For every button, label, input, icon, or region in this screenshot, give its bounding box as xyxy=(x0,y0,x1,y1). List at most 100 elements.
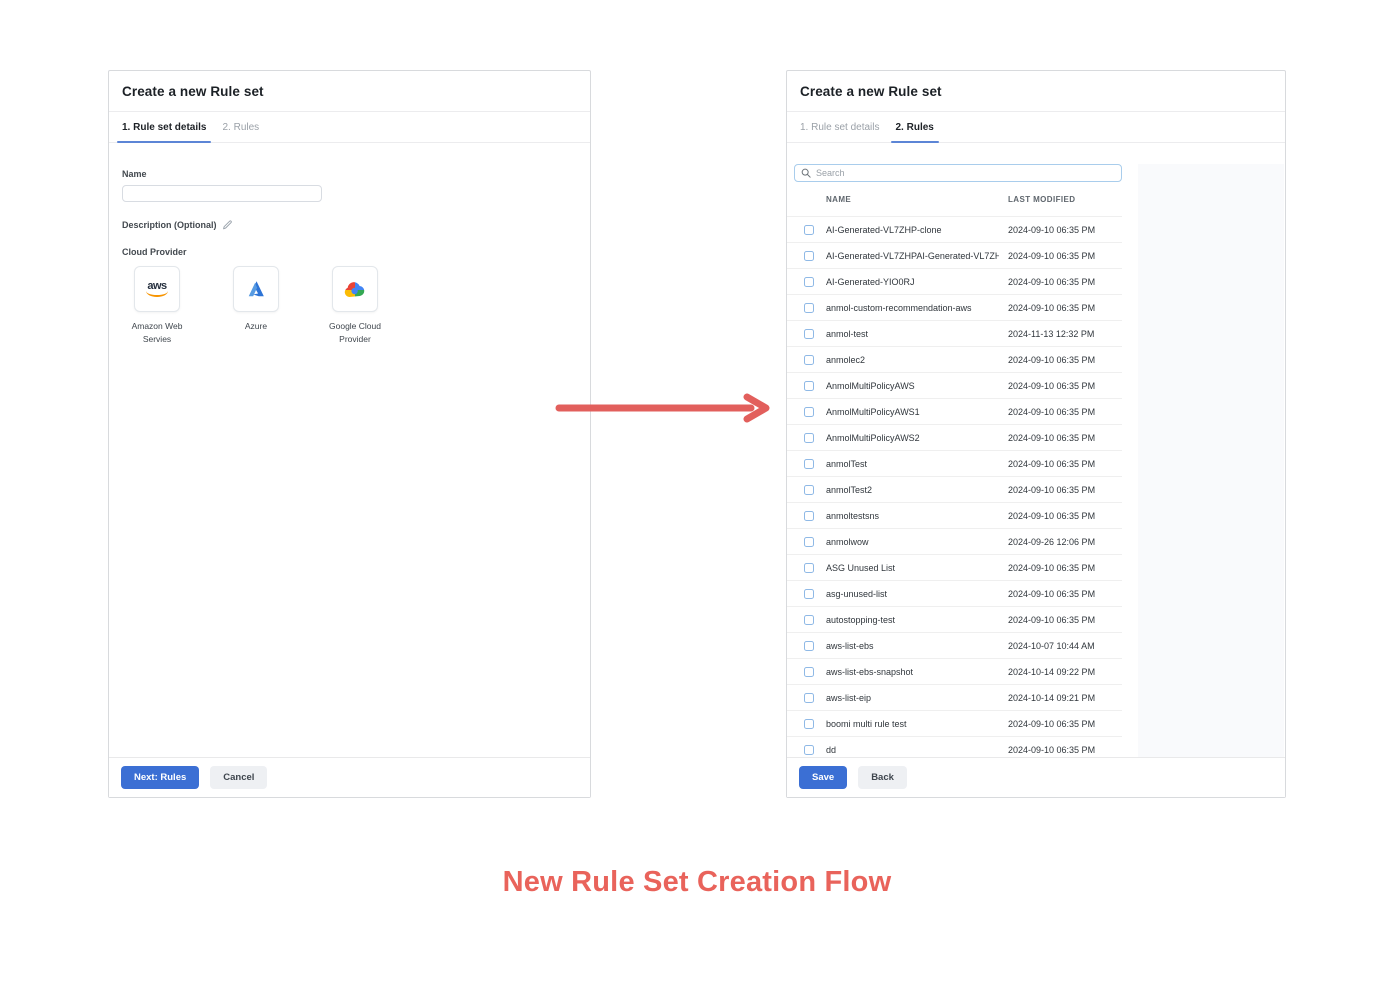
google-cloud-logo-icon xyxy=(343,280,367,299)
provider-option-aws[interactable]: aws Amazon Web Servies xyxy=(122,266,192,346)
provider-option-gcp[interactable]: Google Cloud Provider xyxy=(320,266,390,346)
row-checkbox[interactable] xyxy=(804,407,814,417)
description-label: Description (Optional) xyxy=(122,220,217,230)
row-name: anmolwow xyxy=(826,537,999,547)
provider-label: Google Cloud Provider xyxy=(320,320,390,346)
azure-card[interactable] xyxy=(233,266,279,312)
row-name: aws-list-ebs xyxy=(826,641,999,651)
table-row[interactable]: anmolTest 2024-09-10 06:35 PM xyxy=(787,451,1122,477)
table-row[interactable]: anmol-custom-recommendation-aws 2024-09-… xyxy=(787,295,1122,321)
gcp-card[interactable] xyxy=(332,266,378,312)
tab-rules[interactable]: 2. Rules xyxy=(896,112,934,142)
row-checkbox[interactable] xyxy=(804,303,814,313)
row-checkbox[interactable] xyxy=(804,563,814,573)
row-name: AnmolMultiPolicyAWS2 xyxy=(826,433,999,443)
row-checkbox[interactable] xyxy=(804,251,814,261)
flow-arrow xyxy=(553,391,775,425)
row-checkbox[interactable] xyxy=(804,589,814,599)
row-modified: 2024-10-14 09:21 PM xyxy=(1008,693,1122,703)
name-label: Name xyxy=(122,169,577,179)
table-row[interactable]: AnmolMultiPolicyAWS1 2024-09-10 06:35 PM xyxy=(787,399,1122,425)
row-modified: 2024-09-10 06:35 PM xyxy=(1008,355,1122,365)
table-row[interactable]: aws-list-ebs 2024-10-07 10:44 AM xyxy=(787,633,1122,659)
row-modified: 2024-09-26 12:06 PM xyxy=(1008,537,1122,547)
table-row[interactable]: anmolTest2 2024-09-10 06:35 PM xyxy=(787,477,1122,503)
rules-table: NAME LAST MODIFIED AI-Generated-VL7ZHP-c… xyxy=(787,182,1122,763)
row-checkbox[interactable] xyxy=(804,485,814,495)
column-header-name: NAME xyxy=(826,195,999,204)
table-row[interactable]: AnmolMultiPolicyAWS2 2024-09-10 06:35 PM xyxy=(787,425,1122,451)
row-name: aws-list-ebs-snapshot xyxy=(826,667,999,677)
name-input[interactable] xyxy=(122,185,322,202)
row-name: anmolTest xyxy=(826,459,999,469)
row-modified: 2024-09-10 06:35 PM xyxy=(1008,563,1122,573)
row-name: anmolec2 xyxy=(826,355,999,365)
tab-rule-set-details[interactable]: 1. Rule set details xyxy=(122,112,206,142)
row-name: anmolTest2 xyxy=(826,485,999,495)
rule-preview-panel xyxy=(1138,164,1284,758)
row-modified: 2024-09-10 06:35 PM xyxy=(1008,407,1122,417)
row-checkbox[interactable] xyxy=(804,693,814,703)
row-checkbox[interactable] xyxy=(804,277,814,287)
rules-search-box[interactable] xyxy=(794,164,1122,182)
table-row[interactable]: boomi multi rule test 2024-09-10 06:35 P… xyxy=(787,711,1122,737)
table-row[interactable]: asg-unused-list 2024-09-10 06:35 PM xyxy=(787,581,1122,607)
row-checkbox[interactable] xyxy=(804,641,814,651)
row-checkbox[interactable] xyxy=(804,459,814,469)
row-modified: 2024-09-10 06:35 PM xyxy=(1008,459,1122,469)
row-name: asg-unused-list xyxy=(826,589,999,599)
azure-logo-icon xyxy=(245,279,267,299)
cancel-button[interactable]: Cancel xyxy=(210,766,267,789)
dialog-footer: Save Back xyxy=(787,757,1285,797)
row-checkbox[interactable] xyxy=(804,433,814,443)
aws-card[interactable]: aws xyxy=(134,266,180,312)
table-row[interactable]: AI-Generated-YIO0RJ 2024-09-10 06:35 PM xyxy=(787,269,1122,295)
row-checkbox[interactable] xyxy=(804,329,814,339)
search-input[interactable] xyxy=(816,168,1115,178)
column-header-last-modified: LAST MODIFIED xyxy=(1008,195,1122,204)
table-row[interactable]: AnmolMultiPolicyAWS 2024-09-10 06:35 PM xyxy=(787,373,1122,399)
row-checkbox[interactable] xyxy=(804,667,814,677)
table-row[interactable]: anmoltestsns 2024-09-10 06:35 PM xyxy=(787,503,1122,529)
row-modified: 2024-09-10 06:35 PM xyxy=(1008,251,1122,261)
table-row[interactable]: aws-list-eip 2024-10-14 09:21 PM xyxy=(787,685,1122,711)
table-row[interactable]: aws-list-ebs-snapshot 2024-10-14 09:22 P… xyxy=(787,659,1122,685)
tab-rule-set-details[interactable]: 1. Rule set details xyxy=(800,112,880,142)
row-modified: 2024-09-10 06:35 PM xyxy=(1008,589,1122,599)
table-row[interactable]: anmolec2 2024-09-10 06:35 PM xyxy=(787,347,1122,373)
rule-set-details-form: Name Description (Optional) Cloud Provid… xyxy=(109,169,590,346)
table-row[interactable]: autostopping-test 2024-09-10 06:35 PM xyxy=(787,607,1122,633)
provider-label: Azure xyxy=(245,320,267,333)
provider-option-azure[interactable]: Azure xyxy=(221,266,291,346)
table-row[interactable]: anmol-test 2024-11-13 12:32 PM xyxy=(787,321,1122,347)
pencil-icon[interactable] xyxy=(222,219,233,230)
row-checkbox[interactable] xyxy=(804,615,814,625)
save-button[interactable]: Save xyxy=(799,766,847,789)
row-checkbox[interactable] xyxy=(804,745,814,755)
row-name: anmol-custom-recommendation-aws xyxy=(826,303,999,313)
figure-caption: New Rule Set Creation Flow xyxy=(0,866,1394,899)
row-modified: 2024-09-10 06:35 PM xyxy=(1008,511,1122,521)
row-checkbox[interactable] xyxy=(804,381,814,391)
provider-label: Amazon Web Servies xyxy=(122,320,192,346)
row-checkbox[interactable] xyxy=(804,511,814,521)
rule-set-details-dialog: Create a new Rule set 1. Rule set detail… xyxy=(108,70,591,798)
row-checkbox[interactable] xyxy=(804,537,814,547)
table-row[interactable]: AI-Generated-VL7ZHPAI-Generated-VL7ZHPAI… xyxy=(787,243,1122,269)
row-name: AI-Generated-VL7ZHP-clone xyxy=(826,225,999,235)
next-rules-button[interactable]: Next: Rules xyxy=(121,766,199,789)
back-button[interactable]: Back xyxy=(858,766,907,789)
wizard-tabs: 1. Rule set details 2. Rules xyxy=(109,112,590,143)
dialog-footer: Next: Rules Cancel xyxy=(109,757,590,797)
row-checkbox[interactable] xyxy=(804,355,814,365)
table-row[interactable]: anmolwow 2024-09-26 12:06 PM xyxy=(787,529,1122,555)
row-checkbox[interactable] xyxy=(804,225,814,235)
table-row[interactable]: ASG Unused List 2024-09-10 06:35 PM xyxy=(787,555,1122,581)
rules-table-body: AI-Generated-VL7ZHP-clone 2024-09-10 06:… xyxy=(787,217,1122,763)
table-row[interactable]: AI-Generated-VL7ZHP-clone 2024-09-10 06:… xyxy=(787,217,1122,243)
row-modified: 2024-09-10 06:35 PM xyxy=(1008,381,1122,391)
row-checkbox[interactable] xyxy=(804,719,814,729)
row-name: anmol-test xyxy=(826,329,999,339)
tab-rules[interactable]: 2. Rules xyxy=(222,112,259,142)
row-name: boomi multi rule test xyxy=(826,719,999,729)
